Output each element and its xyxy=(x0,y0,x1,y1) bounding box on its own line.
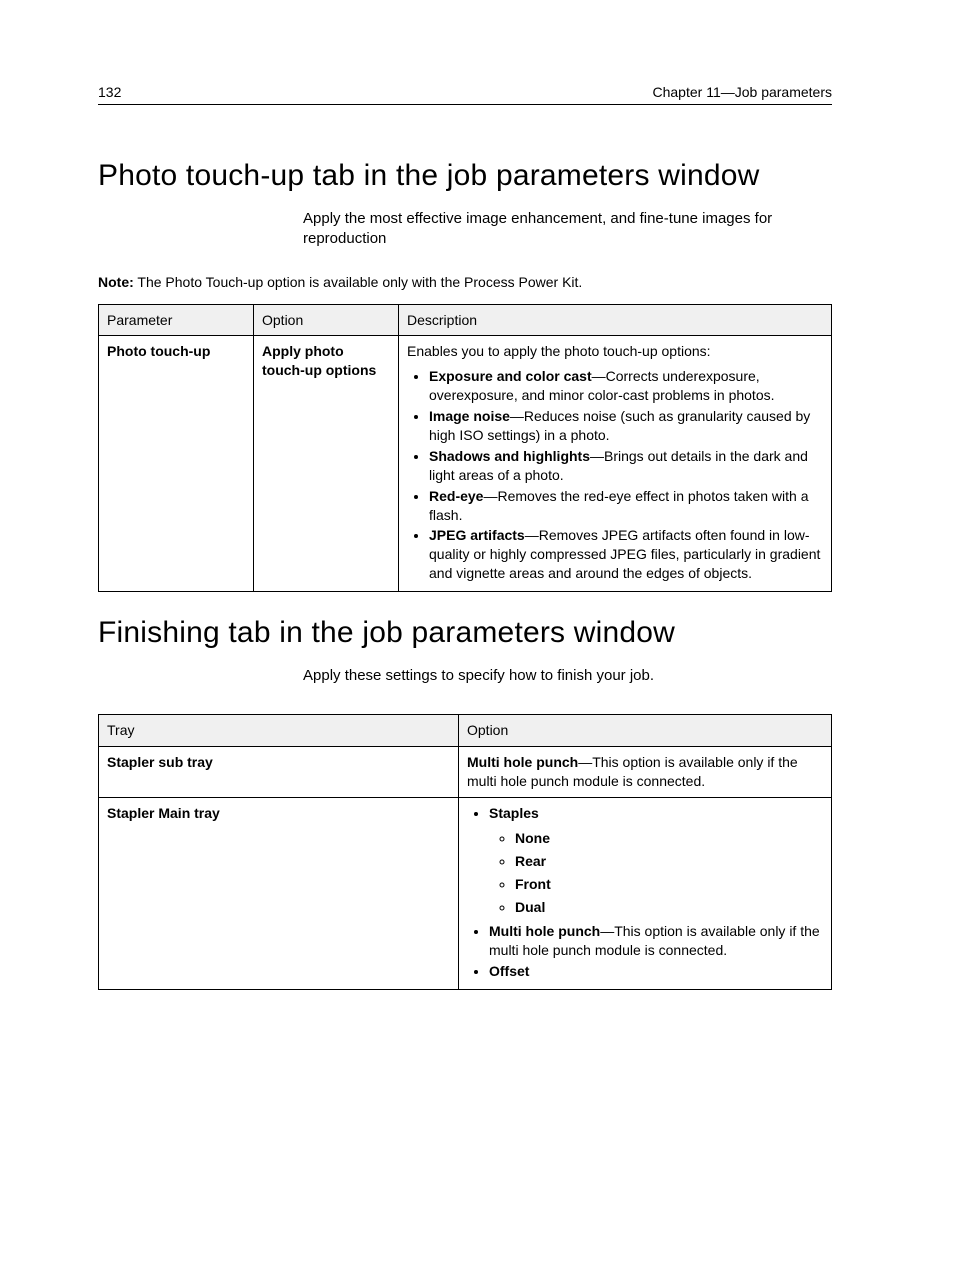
bullet-rest: —Removes the red-eye effect in photos ta… xyxy=(429,488,809,523)
list-item: Shadows and highlights—Brings out detail… xyxy=(429,447,823,485)
list-item: JPEG artifacts—Removes JPEG artifacts of… xyxy=(429,526,823,583)
table-row: Photo touch-up Apply photo touch-up opti… xyxy=(99,336,832,592)
th-tray: Tray xyxy=(99,715,459,747)
desc-intro: Enables you to apply the photo touch-up … xyxy=(407,343,711,359)
photo-touchup-table: Parameter Option Description Photo touch… xyxy=(98,304,832,593)
list-item: Rear xyxy=(515,852,823,871)
table-header-row: Parameter Option Description xyxy=(99,304,832,336)
document-page: 132 Chapter 11—Job parameters Photo touc… xyxy=(0,0,954,990)
list-item: Red-eye—Removes the red-eye effect in ph… xyxy=(429,487,823,525)
th-parameter: Parameter xyxy=(99,304,254,336)
list-item: Image noise—Reduces noise (such as granu… xyxy=(429,407,823,445)
note-label: Note: xyxy=(98,274,134,290)
cell-tray-sub: Stapler sub tray xyxy=(99,747,459,798)
table-header-row: Tray Option xyxy=(99,715,832,747)
cell-parameter: Photo touch-up xyxy=(99,336,254,592)
th-option: Option xyxy=(254,304,399,336)
option-term: Multi hole punch xyxy=(467,754,578,770)
cell-option-sub: Multi hole punch—This option is availabl… xyxy=(459,747,832,798)
list-item: Multi hole punch—This option is availabl… xyxy=(489,922,823,960)
note-text: The Photo Touch-up option is available o… xyxy=(134,274,583,290)
th-option-2: Option xyxy=(459,715,832,747)
bullet-term: Shadows and highlights xyxy=(429,448,590,464)
table-row: Stapler Main tray Staples None Rear Fron… xyxy=(99,798,832,990)
cell-option-main: Staples None Rear Front Dual Multi hole … xyxy=(459,798,832,990)
section-subtitle-finishing: Apply these settings to specify how to f… xyxy=(303,666,783,686)
list-item: None xyxy=(515,829,823,848)
bullet-term: JPEG artifacts xyxy=(429,527,525,543)
list-item: Front xyxy=(515,875,823,894)
table-row: Stapler sub tray Multi hole punch—This o… xyxy=(99,747,832,798)
finishing-table: Tray Option Stapler sub tray Multi hole … xyxy=(98,714,832,990)
mhp-term: Multi hole punch xyxy=(489,923,600,939)
section-heading-finishing: Finishing tab in the job parameters wind… xyxy=(98,616,832,650)
desc-bullet-list: Exposure and color cast—Corrects underex… xyxy=(407,367,823,583)
list-item: Offset xyxy=(489,962,823,981)
page-number: 132 xyxy=(98,84,121,100)
th-description: Description xyxy=(399,304,832,336)
bullet-term: Exposure and color cast xyxy=(429,368,592,384)
main-option-list: Staples None Rear Front Dual Multi hole … xyxy=(467,804,823,981)
list-item: Dual xyxy=(515,898,823,917)
page-header: 132 Chapter 11—Job parameters xyxy=(98,84,832,105)
note-block: Note: The Photo Touch-up option is avail… xyxy=(98,274,832,290)
section-subtitle-photo: Apply the most effective image enhanceme… xyxy=(303,209,783,250)
bullet-term: Image noise xyxy=(429,408,510,424)
staples-label: Staples xyxy=(489,805,539,821)
cell-tray-main: Stapler Main tray xyxy=(99,798,459,990)
bullet-term: Red-eye xyxy=(429,488,483,504)
staple-sub-list: None Rear Front Dual xyxy=(489,829,823,917)
cell-option: Apply photo touch-up options xyxy=(254,336,399,592)
section-heading-photo-touchup: Photo touch-up tab in the job parameters… xyxy=(98,159,832,193)
cell-description: Enables you to apply the photo touch-up … xyxy=(399,336,832,592)
list-item: Exposure and color cast—Corrects underex… xyxy=(429,367,823,405)
list-item: Staples None Rear Front Dual xyxy=(489,804,823,916)
chapter-label: Chapter 11—Job parameters xyxy=(653,84,833,100)
